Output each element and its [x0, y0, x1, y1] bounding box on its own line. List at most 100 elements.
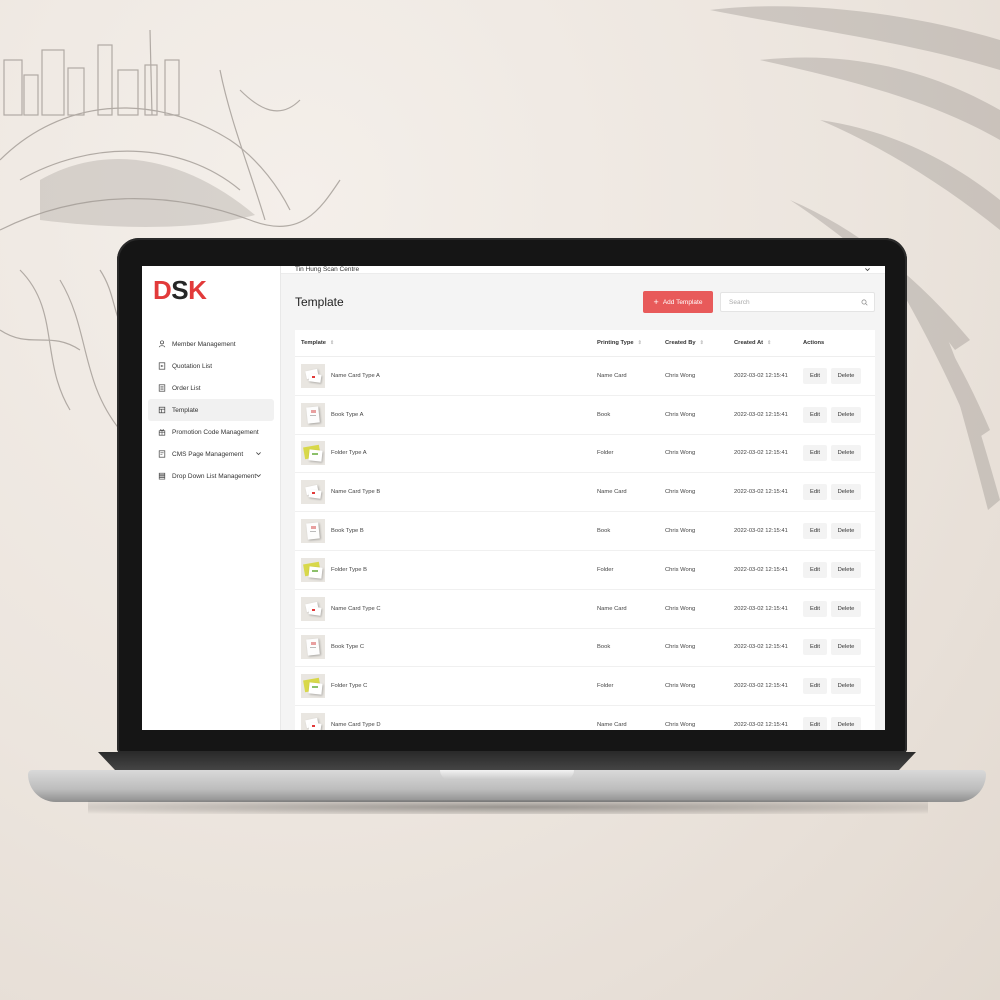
- printing-type-cell: Folder: [597, 566, 614, 573]
- template-icon: [158, 406, 166, 414]
- template-cell: Book Type A: [295, 402, 597, 427]
- list-icon: [158, 384, 166, 392]
- created-at-cell: 2022-03-02 12:15:41: [734, 566, 788, 573]
- actions-cell: Edit Delete: [803, 484, 875, 501]
- sidebar-item-template[interactable]: Template: [148, 399, 274, 421]
- template-name: Book Type A: [331, 411, 364, 418]
- edit-button[interactable]: Edit: [803, 561, 827, 578]
- table-row: Folder Type C Folder Chris Wong 2022-03-02 …: [295, 667, 875, 707]
- table-body: Name Card Type A Name Card Chris Wong 2022-…: [295, 357, 875, 730]
- actions-cell: Edit Delete: [803, 600, 875, 617]
- edit-button[interactable]: Edit: [803, 484, 827, 501]
- delete-button[interactable]: Delete: [831, 367, 861, 384]
- template-thumbnail[interactable]: [301, 674, 325, 699]
- add-template-button[interactable]: + Add Template: [643, 291, 713, 313]
- chevron-down-icon[interactable]: [864, 266, 871, 273]
- delete-button[interactable]: Delete: [831, 639, 861, 656]
- delete-button[interactable]: Delete: [831, 600, 861, 617]
- template-cell: Folder Type B: [295, 557, 597, 582]
- edit-button[interactable]: Edit: [803, 523, 827, 540]
- delete-button[interactable]: Delete: [831, 445, 861, 462]
- laptop-notch: [440, 770, 574, 780]
- template-thumbnail[interactable]: [301, 363, 325, 388]
- table-row: Name Card Type C Name Card Chris Wong 2022-…: [295, 590, 875, 629]
- page-icon: [158, 450, 166, 458]
- template-thumbnail[interactable]: [301, 635, 325, 660]
- template-cell: Name Card Type C: [295, 596, 597, 621]
- chevron-down-icon[interactable]: [255, 472, 262, 479]
- delete-button[interactable]: Delete: [831, 523, 861, 540]
- edit-button[interactable]: Edit: [803, 600, 827, 617]
- template-name: Folder Type C: [331, 683, 368, 690]
- sort-icon[interactable]: ⇕: [330, 340, 334, 346]
- sort-icon[interactable]: ⇕: [767, 340, 771, 346]
- edit-button[interactable]: Edit: [803, 367, 827, 384]
- edit-button[interactable]: Edit: [803, 406, 827, 423]
- sidebar-item-member-management[interactable]: Member Management: [148, 333, 274, 355]
- actions-cell: Edit Delete: [803, 639, 875, 656]
- template-thumbnail[interactable]: [301, 441, 325, 466]
- sidebar-nav: Member Management Quotation List Order L…: [142, 333, 280, 487]
- edit-button[interactable]: Edit: [803, 445, 827, 462]
- actions-cell: Edit Delete: [803, 561, 875, 578]
- sidebar-item-promotion-code-management[interactable]: Promotion Code Management: [148, 421, 274, 443]
- created-at-cell: 2022-03-02 12:15:41: [734, 450, 788, 457]
- column-header-created-at[interactable]: Created At ⇕: [734, 340, 803, 346]
- chevron-down-icon[interactable]: [255, 450, 262, 457]
- created-by-cell: Chris Wong: [665, 450, 696, 457]
- organization-selector[interactable]: Tin Hung Scan Centre: [295, 266, 359, 273]
- user-icon: [158, 340, 166, 348]
- delete-button[interactable]: Delete: [831, 406, 861, 423]
- created-at-cell: 2022-03-02 12:15:41: [734, 722, 788, 729]
- delete-button[interactable]: Delete: [831, 484, 861, 501]
- search-box: [720, 292, 875, 312]
- laptop-shadow: [88, 800, 928, 814]
- page-title: Template: [295, 295, 344, 309]
- printing-type-cell: Book: [597, 528, 611, 535]
- edit-button[interactable]: Edit: [803, 678, 827, 695]
- sidebar: DSK Member Management Quotation List Ord…: [142, 266, 281, 730]
- actions-cell: Edit Delete: [803, 678, 875, 695]
- template-thumbnail[interactable]: [301, 557, 325, 582]
- sidebar-item-order-list[interactable]: Order List: [148, 377, 274, 399]
- table-row: Name Card Type D Name Card Chris Wong 2022-…: [295, 706, 875, 730]
- template-thumbnail[interactable]: [301, 480, 325, 505]
- edit-button[interactable]: Edit: [803, 717, 827, 730]
- template-name: Name Card Type A: [331, 372, 380, 379]
- edit-button[interactable]: Edit: [803, 639, 827, 656]
- table-row: Folder Type A Folder Chris Wong 2022-03-02 …: [295, 435, 875, 474]
- delete-button[interactable]: Delete: [831, 561, 861, 578]
- created-at-cell: 2022-03-02 12:15:41: [734, 605, 788, 612]
- dsk-logo[interactable]: DSK: [142, 266, 280, 311]
- sidebar-item-label: Template: [172, 406, 199, 414]
- sort-icon[interactable]: ⇕: [700, 340, 704, 346]
- template-cell: Name Card Type B: [295, 480, 597, 505]
- column-header-printing-type[interactable]: Printing Type ⇕: [597, 340, 665, 346]
- search-icon[interactable]: [861, 299, 868, 306]
- template-thumbnail[interactable]: [301, 713, 325, 730]
- template-name: Name Card Type B: [331, 489, 381, 496]
- delete-button[interactable]: Delete: [831, 678, 861, 695]
- printing-type-cell: Name Card: [597, 722, 627, 729]
- sidebar-item-quotation-list[interactable]: Quotation List: [148, 355, 274, 377]
- sidebar-item-drop-down-list-management[interactable]: Drop Down List Management: [148, 465, 274, 487]
- search-input[interactable]: [727, 297, 861, 307]
- template-cell: Book Type B: [295, 519, 597, 544]
- column-header-template[interactable]: Template ⇕: [295, 340, 597, 346]
- table-row: Folder Type B Folder Chris Wong 2022-03-02 …: [295, 551, 875, 590]
- created-by-cell: Chris Wong: [665, 566, 696, 573]
- template-name: Folder Type B: [331, 566, 367, 573]
- template-thumbnail[interactable]: [301, 402, 325, 427]
- sidebar-item-cms-page-management[interactable]: CMS Page Management: [148, 443, 274, 465]
- content-header: Template + Add Template: [295, 274, 875, 330]
- delete-button[interactable]: Delete: [831, 717, 861, 730]
- template-thumbnail[interactable]: [301, 596, 325, 621]
- column-header-created-by[interactable]: Created By ⇕: [665, 340, 734, 346]
- sort-icon[interactable]: ⇕: [638, 340, 642, 346]
- table-row: Name Card Type B Name Card Chris Wong 2022-…: [295, 473, 875, 513]
- template-table: Template ⇕ Printing Type ⇕ Created By ⇕ Cre…: [295, 330, 875, 730]
- table-row: Name Card Type A Name Card Chris Wong 2022-…: [295, 357, 875, 396]
- template-cell: Folder Type A: [295, 441, 597, 466]
- actions-cell: Edit Delete: [803, 406, 875, 423]
- template-thumbnail[interactable]: [301, 519, 325, 544]
